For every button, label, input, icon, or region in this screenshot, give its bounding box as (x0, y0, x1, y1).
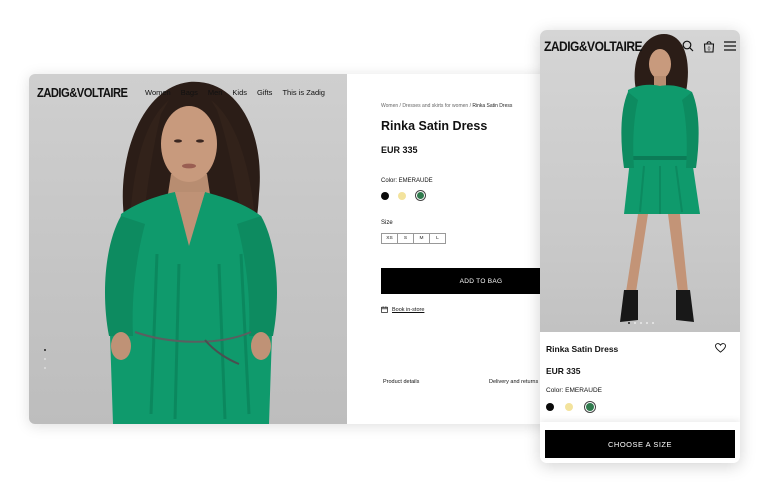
breadcrumb-item[interactable]: Dresses and skirts for women (402, 103, 468, 109)
desktop-product-page: ZADIG&VOLTAIRE Women Bags Men Kids Gifts… (29, 74, 569, 424)
nav-item-this-is-zadig[interactable]: This is Zadig (282, 88, 325, 97)
product-photo-desktop[interactable]: ZADIG&VOLTAIRE Women Bags Men Kids Gifts… (29, 74, 347, 424)
sticky-bottom-bar: CHOOSE A SIZE (540, 422, 740, 463)
gallery-dot[interactable] (640, 322, 642, 324)
mobile-product-page: ZADIG&VOLTAIRE 0 Rinka Satin Dress EUR 3… (540, 30, 740, 463)
gallery-pagination (44, 349, 46, 369)
size-label: Size (381, 220, 393, 226)
model-full-illustration (620, 34, 700, 322)
nav-item-bags[interactable]: Bags (181, 88, 198, 97)
product-info-desktop: Women / Dresses and skirts for women / R… (347, 74, 569, 424)
swatch-yellow[interactable] (398, 191, 406, 200)
color-label: Color: EMERAUDE (381, 178, 433, 184)
gallery-dot[interactable] (44, 367, 46, 369)
swatch-emeraude-selected[interactable] (584, 401, 596, 413)
bag-icon[interactable]: 0 (703, 40, 715, 53)
color-label-mobile: Color: EMERAUDE (546, 387, 602, 394)
breadcrumb-separator: / (469, 103, 471, 109)
gallery-dot[interactable] (44, 349, 46, 351)
mobile-header: ZADIG&VOLTAIRE 0 (544, 38, 738, 54)
book-in-store-label: Book in-store (392, 306, 425, 313)
color-swatches-mobile (546, 401, 596, 413)
product-price-mobile: EUR 335 (546, 366, 581, 376)
choose-size-button[interactable]: CHOOSE A SIZE (545, 430, 735, 458)
desktop-header: ZADIG&VOLTAIRE Women Bags Men Kids Gifts… (37, 85, 325, 100)
size-option-l[interactable]: L (429, 233, 446, 244)
product-photo-mobile[interactable]: ZADIG&VOLTAIRE 0 (540, 30, 740, 332)
nav-item-women[interactable]: Women (145, 88, 171, 97)
nav-item-men[interactable]: Men (208, 88, 223, 97)
color-swatches (381, 190, 426, 201)
swatch-emeraude-selected[interactable] (415, 190, 426, 201)
header-icons: 0 (682, 40, 738, 53)
calendar-icon (381, 306, 388, 313)
swatch-black[interactable] (546, 403, 554, 411)
nav-item-gifts[interactable]: Gifts (257, 88, 272, 97)
size-option-m[interactable]: M (413, 233, 430, 244)
bag-count: 0 (708, 46, 711, 52)
gallery-dot[interactable] (44, 358, 46, 360)
breadcrumb-item[interactable]: Women (381, 103, 398, 109)
delivery-returns-tab[interactable]: Delivery and returns (489, 379, 538, 385)
gallery-dot[interactable] (628, 322, 630, 324)
model-illustration (105, 81, 277, 424)
brand-logo-mobile[interactable]: ZADIG&VOLTAIRE (544, 38, 658, 54)
size-selector: XS S M L (381, 233, 446, 244)
size-option-xs[interactable]: XS (381, 233, 398, 244)
breadcrumb: Women / Dresses and skirts for women / R… (381, 103, 512, 109)
breadcrumb-current: Rinka Satin Dress (472, 103, 513, 109)
product-price: EUR 335 (381, 145, 418, 155)
product-title-mobile: Rinka Satin Dress (546, 344, 619, 354)
menu-icon[interactable] (724, 41, 736, 51)
brand-logo[interactable]: ZADIG&VOLTAIRE (37, 85, 133, 100)
book-in-store-link[interactable]: Book in-store (381, 306, 424, 313)
breadcrumb-separator: / (399, 103, 401, 109)
product-details-tab[interactable]: Product details (383, 379, 419, 385)
nav-item-kids[interactable]: Kids (232, 88, 247, 97)
size-option-s[interactable]: S (397, 233, 414, 244)
gallery-dot[interactable] (652, 322, 654, 324)
swatch-black[interactable] (381, 191, 389, 200)
swatch-yellow[interactable] (565, 403, 573, 411)
heart-icon[interactable] (715, 343, 726, 353)
gallery-pagination-mobile (628, 322, 654, 324)
gallery-dot[interactable] (646, 322, 648, 324)
product-title: Rinka Satin Dress (381, 119, 488, 133)
main-menu: Women Bags Men Kids Gifts This is Zadig (145, 88, 325, 97)
search-icon[interactable] (682, 40, 694, 52)
gallery-dot[interactable] (634, 322, 636, 324)
